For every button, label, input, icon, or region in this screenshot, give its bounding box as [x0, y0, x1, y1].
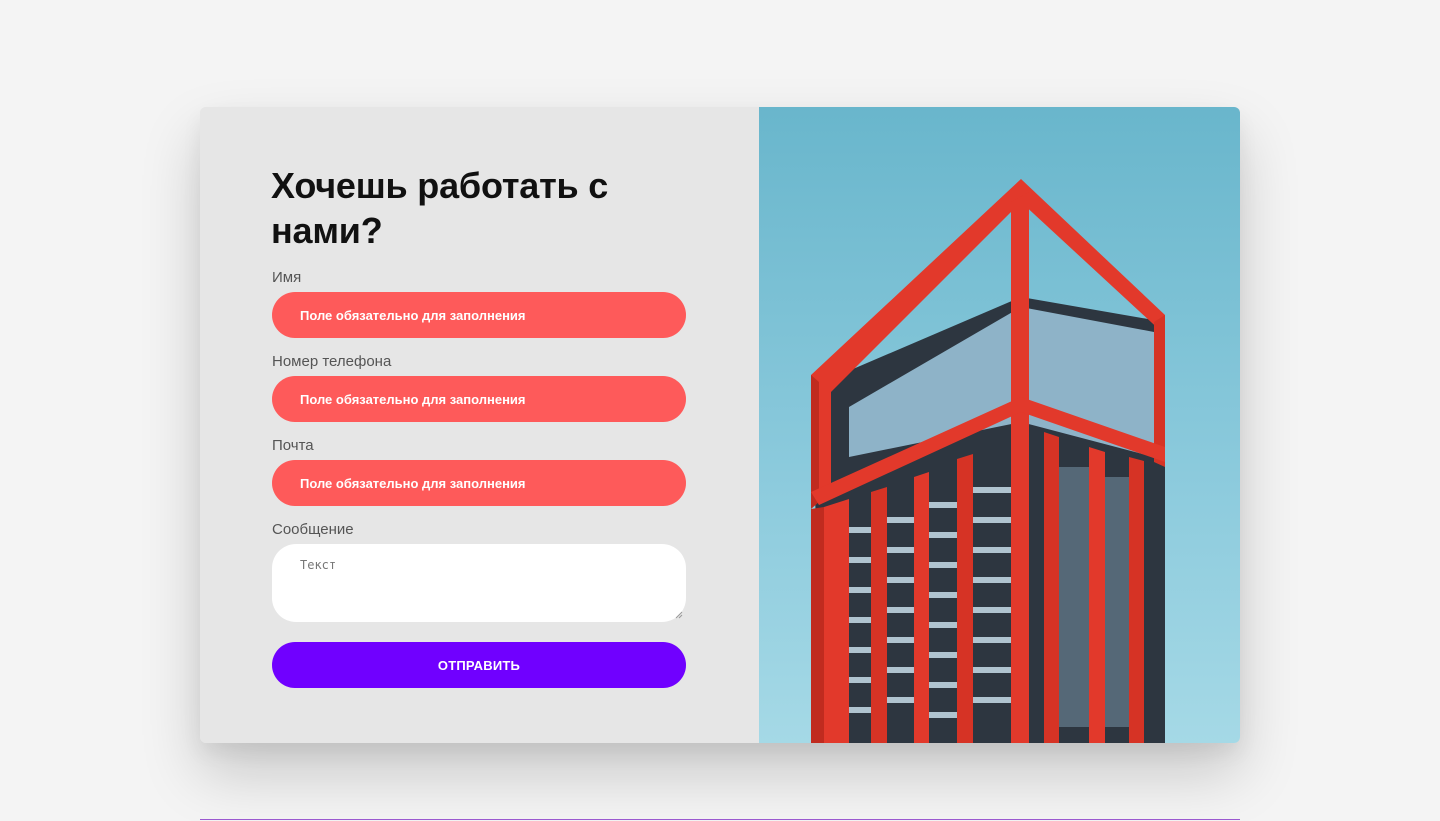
resize-handle-icon[interactable]	[675, 611, 683, 619]
form-panel: Хочешь работать с нами? Имя Поле обязате…	[200, 107, 759, 743]
name-input[interactable]: Поле обязательно для заполнения	[272, 292, 686, 338]
email-input[interactable]: Поле обязательно для заполнения	[272, 460, 686, 506]
phone-input[interactable]: Поле обязательно для заполнения	[272, 376, 686, 422]
phone-label: Номер телефона	[272, 353, 392, 370]
contact-form-card: Хочешь работать с нами? Имя Поле обязате…	[200, 107, 1240, 743]
message-placeholder: Текст	[300, 558, 337, 572]
message-label: Сообщение	[272, 521, 354, 538]
divider-line	[200, 819, 1240, 820]
submit-button[interactable]: ОТПРАВИТЬ	[272, 642, 686, 688]
name-label: Имя	[272, 269, 302, 286]
building-illustration	[811, 179, 1165, 743]
building-photo	[759, 107, 1240, 743]
form-title: Хочешь работать с нами?	[271, 165, 609, 251]
email-label: Почта	[272, 437, 314, 454]
message-textarea[interactable]: Текст	[272, 544, 686, 622]
